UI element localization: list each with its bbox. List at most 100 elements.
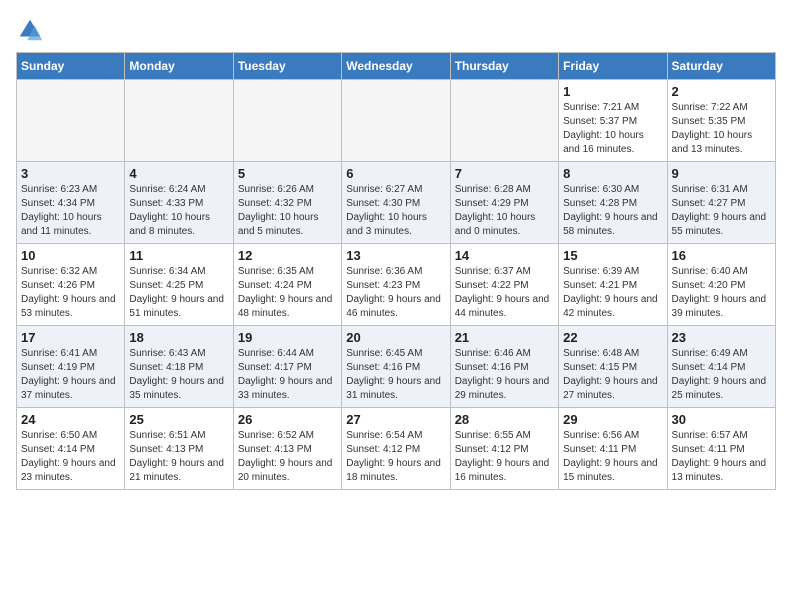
day-number: 2 [672, 84, 771, 99]
day-number: 1 [563, 84, 662, 99]
calendar-cell: 20Sunrise: 6:45 AM Sunset: 4:16 PM Dayli… [342, 326, 450, 408]
day-number: 22 [563, 330, 662, 345]
calendar-week-row: 10 Sunrise: 6:32 AM Sunset: 4:26 PM Dayli… [17, 244, 776, 326]
calendar-cell: 11 Sunrise: 6:34 AM Sunset: 4:25 PM Dayli… [125, 244, 233, 326]
calendar-cell: 15 Sunrise: 6:39 AM Sunset: 4:21 PM Dayli… [559, 244, 667, 326]
calendar-cell: 4Sunrise: 6:24 AM Sunset: 4:33 PM Daylig… [125, 162, 233, 244]
day-number: 25 [129, 412, 228, 427]
day-number: 14 [455, 248, 554, 263]
day-number: 13 [346, 248, 445, 263]
calendar-cell: 29 Sunrise: 6:56 AM Sunset: 4:11 PM Dayli… [559, 408, 667, 490]
calendar-cell [233, 80, 341, 162]
calendar-cell [450, 80, 558, 162]
day-info: Sunrise: 6:26 AM Sunset: 4:32 PM Dayligh… [238, 183, 337, 239]
day-info: Sunrise: 6:28 AM Sunset: 4:29 PM Dayligh… [455, 183, 554, 239]
day-info: Sunrise: 6:32 AM Sunset: 4:26 PM Dayligh… [21, 265, 120, 321]
day-number: 11 [129, 248, 228, 263]
header [16, 16, 776, 44]
calendar-cell: 5Sunrise: 6:26 AM Sunset: 4:32 PM Daylig… [233, 162, 341, 244]
day-info: Sunrise: 6:49 AM Sunset: 4:14 PM Dayligh… [672, 347, 771, 403]
day-info: Sunrise: 6:43 AM Sunset: 4:18 PM Dayligh… [129, 347, 228, 403]
calendar-cell: 7 Sunrise: 6:28 AM Sunset: 4:29 PM Daylig… [450, 162, 558, 244]
day-info: Sunrise: 6:51 AM Sunset: 4:13 PM Dayligh… [129, 429, 228, 485]
day-number: 9 [672, 166, 771, 181]
day-number: 8 [563, 166, 662, 181]
day-info: Sunrise: 6:24 AM Sunset: 4:33 PM Dayligh… [129, 183, 228, 239]
calendar-week-row: 3 Sunrise: 6:23 AM Sunset: 4:34 PM Daylig… [17, 162, 776, 244]
day-info: Sunrise: 6:23 AM Sunset: 4:34 PM Dayligh… [21, 183, 120, 239]
calendar-cell: 22 Sunrise: 6:48 AM Sunset: 4:15 PM Dayli… [559, 326, 667, 408]
calendar-header-row: SundayMondayTuesdayWednesdayThursdayFrid… [17, 53, 776, 80]
weekday-header-friday: Friday [559, 53, 667, 80]
calendar-cell: 25 Sunrise: 6:51 AM Sunset: 4:13 PM Dayli… [125, 408, 233, 490]
day-number: 17 [21, 330, 120, 345]
day-number: 23 [672, 330, 771, 345]
weekday-header-thursday: Thursday [450, 53, 558, 80]
calendar-cell: 24Sunrise: 6:50 AM Sunset: 4:14 PM Dayli… [17, 408, 125, 490]
calendar-cell: 9 Sunrise: 6:31 AM Sunset: 4:27 PM Daylig… [667, 162, 775, 244]
day-number: 27 [346, 412, 445, 427]
weekday-header-wednesday: Wednesday [342, 53, 450, 80]
day-number: 12 [238, 248, 337, 263]
calendar-cell: 8 Sunrise: 6:30 AM Sunset: 4:28 PM Daylig… [559, 162, 667, 244]
calendar-week-row: 1 Sunrise: 7:21 AM Sunset: 5:37 PM Daylig… [17, 80, 776, 162]
day-info: Sunrise: 6:46 AM Sunset: 4:16 PM Dayligh… [455, 347, 554, 403]
day-info: Sunrise: 6:30 AM Sunset: 4:28 PM Dayligh… [563, 183, 662, 239]
weekday-header-saturday: Saturday [667, 53, 775, 80]
day-info: Sunrise: 6:35 AM Sunset: 4:24 PM Dayligh… [238, 265, 337, 321]
day-info: Sunrise: 6:41 AM Sunset: 4:19 PM Dayligh… [21, 347, 120, 403]
day-number: 6 [346, 166, 445, 181]
calendar: SundayMondayTuesdayWednesdayThursdayFrid… [16, 52, 776, 490]
day-number: 15 [563, 248, 662, 263]
calendar-cell [342, 80, 450, 162]
calendar-cell: 10 Sunrise: 6:32 AM Sunset: 4:26 PM Dayli… [17, 244, 125, 326]
calendar-cell: 16Sunrise: 6:40 AM Sunset: 4:20 PM Dayli… [667, 244, 775, 326]
day-info: Sunrise: 6:45 AM Sunset: 4:16 PM Dayligh… [346, 347, 445, 403]
day-info: Sunrise: 6:52 AM Sunset: 4:13 PM Dayligh… [238, 429, 337, 485]
calendar-cell: 23 Sunrise: 6:49 AM Sunset: 4:14 PM Dayli… [667, 326, 775, 408]
calendar-cell: 14 Sunrise: 6:37 AM Sunset: 4:22 PM Dayli… [450, 244, 558, 326]
calendar-cell: 30Sunrise: 6:57 AM Sunset: 4:11 PM Dayli… [667, 408, 775, 490]
calendar-cell [17, 80, 125, 162]
logo [16, 16, 48, 44]
calendar-cell: 27Sunrise: 6:54 AM Sunset: 4:12 PM Dayli… [342, 408, 450, 490]
calendar-cell: 17 Sunrise: 6:41 AM Sunset: 4:19 PM Dayli… [17, 326, 125, 408]
day-info: Sunrise: 6:55 AM Sunset: 4:12 PM Dayligh… [455, 429, 554, 485]
day-info: Sunrise: 6:50 AM Sunset: 4:14 PM Dayligh… [21, 429, 120, 485]
day-number: 19 [238, 330, 337, 345]
day-number: 21 [455, 330, 554, 345]
calendar-cell: 3 Sunrise: 6:23 AM Sunset: 4:34 PM Daylig… [17, 162, 125, 244]
day-info: Sunrise: 6:34 AM Sunset: 4:25 PM Dayligh… [129, 265, 228, 321]
day-number: 18 [129, 330, 228, 345]
calendar-cell: 13 Sunrise: 6:36 AM Sunset: 4:23 PM Dayli… [342, 244, 450, 326]
day-info: Sunrise: 6:48 AM Sunset: 4:15 PM Dayligh… [563, 347, 662, 403]
day-number: 29 [563, 412, 662, 427]
day-number: 3 [21, 166, 120, 181]
day-number: 7 [455, 166, 554, 181]
calendar-cell: 2Sunrise: 7:22 AM Sunset: 5:35 PM Daylig… [667, 80, 775, 162]
day-info: Sunrise: 6:39 AM Sunset: 4:21 PM Dayligh… [563, 265, 662, 321]
weekday-header-tuesday: Tuesday [233, 53, 341, 80]
calendar-cell: 18 Sunrise: 6:43 AM Sunset: 4:18 PM Dayli… [125, 326, 233, 408]
day-info: Sunrise: 6:56 AM Sunset: 4:11 PM Dayligh… [563, 429, 662, 485]
day-number: 10 [21, 248, 120, 263]
day-info: Sunrise: 6:31 AM Sunset: 4:27 PM Dayligh… [672, 183, 771, 239]
day-info: Sunrise: 6:44 AM Sunset: 4:17 PM Dayligh… [238, 347, 337, 403]
day-number: 16 [672, 248, 771, 263]
day-info: Sunrise: 6:27 AM Sunset: 4:30 PM Dayligh… [346, 183, 445, 239]
calendar-cell [125, 80, 233, 162]
calendar-cell: 12 Sunrise: 6:35 AM Sunset: 4:24 PM Dayli… [233, 244, 341, 326]
logo-icon [16, 16, 44, 44]
calendar-cell: 21 Sunrise: 6:46 AM Sunset: 4:16 PM Dayli… [450, 326, 558, 408]
calendar-cell: 6 Sunrise: 6:27 AM Sunset: 4:30 PM Daylig… [342, 162, 450, 244]
weekday-header-sunday: Sunday [17, 53, 125, 80]
day-info: Sunrise: 6:36 AM Sunset: 4:23 PM Dayligh… [346, 265, 445, 321]
day-number: 28 [455, 412, 554, 427]
calendar-cell: 19 Sunrise: 6:44 AM Sunset: 4:17 PM Dayli… [233, 326, 341, 408]
day-info: Sunrise: 7:21 AM Sunset: 5:37 PM Dayligh… [563, 101, 662, 157]
calendar-cell: 1 Sunrise: 7:21 AM Sunset: 5:37 PM Daylig… [559, 80, 667, 162]
weekday-header-monday: Monday [125, 53, 233, 80]
day-number: 30 [672, 412, 771, 427]
calendar-cell: 26Sunrise: 6:52 AM Sunset: 4:13 PM Dayli… [233, 408, 341, 490]
day-info: Sunrise: 6:37 AM Sunset: 4:22 PM Dayligh… [455, 265, 554, 321]
